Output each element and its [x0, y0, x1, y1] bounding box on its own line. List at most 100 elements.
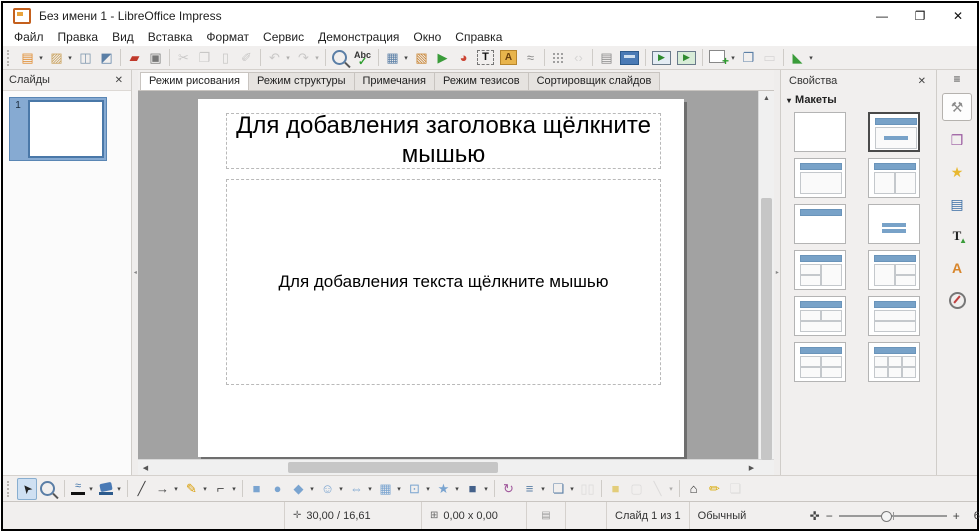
- 3d-objects-button[interactable]: ■▾: [462, 479, 491, 499]
- horizontal-scrollbar[interactable]: ◀ ▶: [138, 459, 774, 475]
- print-button[interactable]: ▣: [145, 48, 166, 68]
- spelling-button[interactable]: Abc✓: [353, 48, 375, 68]
- line-ends-arrow-button[interactable]: →▾: [152, 479, 181, 499]
- callouts-button[interactable]: ⊡▾: [404, 479, 433, 499]
- layout-title-content[interactable]: [794, 158, 846, 198]
- slide-canvas[interactable]: Для добавления заголовка щёлкните мышью …: [198, 99, 684, 457]
- title-placeholder[interactable]: Для добавления заголовка щёлкните мышью: [226, 113, 661, 169]
- horizontal-scroll-track[interactable]: [153, 460, 744, 475]
- body-placeholder[interactable]: Для добавления текста щёлкните мышью: [226, 179, 661, 385]
- points-button[interactable]: ⌂: [683, 479, 704, 499]
- view-tab-sorter[interactable]: Сортировщик слайдов: [528, 72, 661, 90]
- view-tab-drawing[interactable]: Режим рисования: [140, 72, 249, 90]
- master-slide-button[interactable]: ▤: [596, 48, 617, 68]
- layout-title-subtitle[interactable]: [868, 112, 920, 152]
- layout-four-content[interactable]: [794, 342, 846, 382]
- zoom-in-button[interactable]: +: [953, 509, 960, 523]
- layout-six-content[interactable]: [868, 342, 920, 382]
- menu-edit[interactable]: Правка: [51, 29, 106, 46]
- glue-points-edit-button[interactable]: ✏: [704, 479, 725, 499]
- layout-content-over-content[interactable]: [868, 296, 920, 336]
- stars-button[interactable]: ★▾: [433, 479, 462, 499]
- layout-two-content-and-content[interactable]: [794, 250, 846, 290]
- zoom-percent[interactable]: 65%: [966, 510, 980, 522]
- ellipse-button[interactable]: ●: [267, 479, 288, 499]
- rotate-button[interactable]: ↻: [498, 479, 519, 499]
- zoom-button[interactable]: [37, 479, 61, 499]
- menu-tools[interactable]: Сервис: [256, 29, 311, 46]
- navigator-tab[interactable]: [943, 287, 971, 313]
- slide-thumbnail-1[interactable]: 1: [9, 97, 107, 161]
- styles-tab[interactable]: A: [943, 255, 971, 281]
- menu-window[interactable]: Окно: [406, 29, 448, 46]
- zoom-slider[interactable]: [839, 515, 947, 517]
- layout-blank[interactable]: [794, 112, 846, 152]
- gallery-tab[interactable]: T▲: [943, 223, 971, 249]
- insert-line-button[interactable]: ╱: [131, 479, 152, 499]
- connector-button[interactable]: ⌐▾: [210, 479, 239, 499]
- minimize-button[interactable]: —: [863, 3, 901, 29]
- save-button[interactable]: ◫: [75, 48, 96, 68]
- start-from-first-slide-button[interactable]: ▶: [649, 48, 674, 68]
- save-as-button[interactable]: ◩: [96, 48, 117, 68]
- basic-shapes-button[interactable]: ◆▾: [288, 479, 317, 499]
- vertical-scroll-thumb[interactable]: [761, 198, 772, 460]
- menu-view[interactable]: Вид: [105, 29, 141, 46]
- insert-table-button[interactable]: ▦▾: [382, 48, 411, 68]
- scroll-left-icon[interactable]: ◀: [138, 460, 153, 475]
- toolbar-grip[interactable]: [7, 50, 13, 66]
- menu-insert[interactable]: Вставка: [141, 29, 200, 46]
- fit-slide-icon[interactable]: ✜: [810, 509, 820, 523]
- start-from-current-slide-button[interactable]: ▶: [674, 48, 699, 68]
- properties-tab[interactable]: ⚒: [942, 93, 972, 121]
- fontwork-button[interactable]: A: [497, 48, 520, 68]
- sidebar-close-icon[interactable]: ✕: [916, 76, 928, 87]
- slides-panel-close-icon[interactable]: ✕: [113, 75, 125, 86]
- layout-title-two-content[interactable]: [868, 158, 920, 198]
- insert-hyperlink-button[interactable]: ≈: [520, 48, 541, 68]
- align-button[interactable]: ≡▾: [519, 479, 548, 499]
- export-pdf-button[interactable]: ▰: [124, 48, 145, 68]
- restore-button[interactable]: ❐: [901, 3, 939, 29]
- view-tab-outline[interactable]: Режим структуры: [248, 72, 355, 90]
- animation-tab[interactable]: ★: [943, 159, 971, 185]
- menu-file[interactable]: Файл: [7, 29, 51, 46]
- horizontal-scroll-thumb[interactable]: [288, 462, 498, 473]
- view-tab-notes[interactable]: Примечания: [354, 72, 436, 90]
- menu-slideshow[interactable]: Демонстрация: [311, 29, 406, 46]
- toolbar-grip[interactable]: [7, 481, 13, 497]
- new-slide-button[interactable]: ▾: [706, 48, 738, 68]
- insert-chart-button[interactable]: ◕: [453, 48, 474, 68]
- vertical-scrollbar[interactable]: ▲ ▼: [758, 91, 774, 459]
- line-style-button[interactable]: ≈▾: [68, 479, 96, 499]
- layout-two-content-over-content[interactable]: [794, 296, 846, 336]
- select-button[interactable]: ➤: [17, 478, 37, 500]
- insert-text-box-button[interactable]: T: [474, 48, 497, 68]
- new-presentation-button[interactable]: ▤▾: [17, 48, 46, 68]
- insert-image-button[interactable]: ▧: [411, 48, 432, 68]
- slide-transition-tab[interactable]: ❒: [943, 127, 971, 153]
- menu-help[interactable]: Справка: [448, 29, 509, 46]
- flowchart-button[interactable]: ▦▾: [375, 479, 404, 499]
- scroll-right-icon[interactable]: ▶: [744, 460, 759, 475]
- insert-media-button[interactable]: ▶: [432, 48, 453, 68]
- fill-color-button[interactable]: ▾: [96, 479, 124, 499]
- layout-centered-text[interactable]: [868, 204, 920, 244]
- menu-format[interactable]: Формат: [199, 29, 256, 46]
- sidebar-menu-icon[interactable]: ≡: [953, 72, 960, 90]
- zoom-out-button[interactable]: −: [826, 509, 833, 523]
- display-views-button[interactable]: [617, 48, 642, 68]
- curve-button[interactable]: ✎▾: [181, 479, 210, 499]
- vertical-scroll-track[interactable]: [759, 106, 774, 444]
- view-tab-handout[interactable]: Режим тезисов: [434, 72, 529, 90]
- layouts-section-header[interactable]: ▾ Макеты: [781, 92, 936, 110]
- symbol-shapes-button[interactable]: ☺▾: [317, 479, 346, 499]
- master-slides-tab[interactable]: ▤: [943, 191, 971, 217]
- shadow-button[interactable]: ■: [605, 479, 626, 499]
- close-button[interactable]: ✕: [939, 3, 977, 29]
- block-arrows-button[interactable]: ⇔▾: [346, 479, 375, 499]
- layout-title-only[interactable]: [794, 204, 846, 244]
- layout-content-and-two-content[interactable]: [868, 250, 920, 290]
- zoom-slider-thumb[interactable]: [881, 511, 892, 522]
- slide-layout-button[interactable]: ◣▾: [787, 48, 816, 68]
